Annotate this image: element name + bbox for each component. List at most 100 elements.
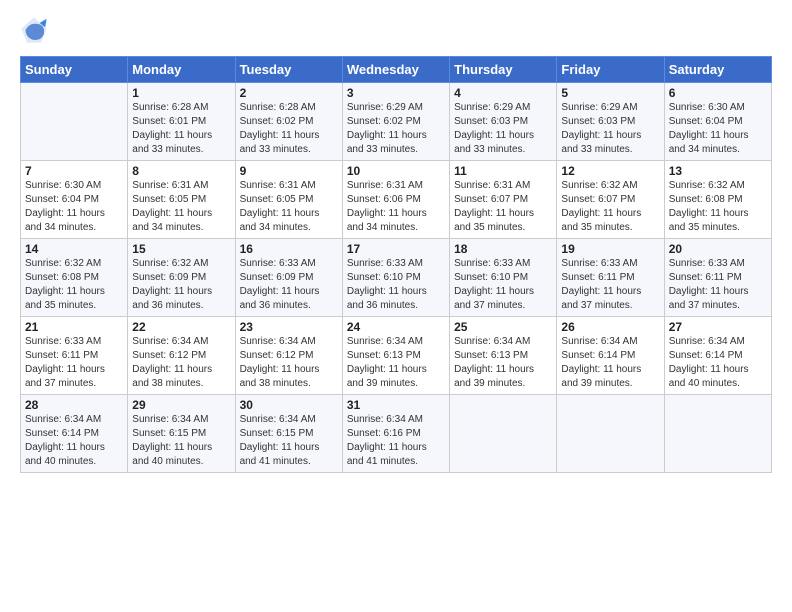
day-number: 23: [240, 320, 338, 334]
calendar-cell: 15Sunrise: 6:32 AM Sunset: 6:09 PM Dayli…: [128, 239, 235, 317]
day-number: 18: [454, 242, 552, 256]
calendar-cell: 21Sunrise: 6:33 AM Sunset: 6:11 PM Dayli…: [21, 317, 128, 395]
day-detail: Sunrise: 6:34 AM Sunset: 6:12 PM Dayligh…: [240, 335, 338, 391]
logo-icon: [20, 16, 48, 44]
calendar-cell: [450, 395, 557, 473]
col-header-tuesday: Tuesday: [235, 57, 342, 83]
day-number: 13: [669, 164, 767, 178]
calendar-cell: 17Sunrise: 6:33 AM Sunset: 6:10 PM Dayli…: [342, 239, 449, 317]
calendar-cell: 9Sunrise: 6:31 AM Sunset: 6:05 PM Daylig…: [235, 161, 342, 239]
day-detail: Sunrise: 6:33 AM Sunset: 6:11 PM Dayligh…: [25, 335, 123, 391]
calendar-cell: 4Sunrise: 6:29 AM Sunset: 6:03 PM Daylig…: [450, 83, 557, 161]
calendar-cell: 13Sunrise: 6:32 AM Sunset: 6:08 PM Dayli…: [664, 161, 771, 239]
calendar-week-row: 1Sunrise: 6:28 AM Sunset: 6:01 PM Daylig…: [21, 83, 772, 161]
day-detail: Sunrise: 6:29 AM Sunset: 6:03 PM Dayligh…: [454, 101, 552, 157]
day-number: 6: [669, 86, 767, 100]
calendar-cell: [21, 83, 128, 161]
calendar-table: SundayMondayTuesdayWednesdayThursdayFrid…: [20, 56, 772, 473]
day-number: 27: [669, 320, 767, 334]
day-number: 25: [454, 320, 552, 334]
day-number: 16: [240, 242, 338, 256]
day-detail: Sunrise: 6:34 AM Sunset: 6:16 PM Dayligh…: [347, 413, 445, 469]
page-container: SundayMondayTuesdayWednesdayThursdayFrid…: [0, 0, 792, 483]
day-detail: Sunrise: 6:34 AM Sunset: 6:15 PM Dayligh…: [132, 413, 230, 469]
header: [20, 16, 772, 44]
calendar-week-row: 21Sunrise: 6:33 AM Sunset: 6:11 PM Dayli…: [21, 317, 772, 395]
day-number: 4: [454, 86, 552, 100]
col-header-sunday: Sunday: [21, 57, 128, 83]
day-number: 19: [561, 242, 659, 256]
calendar-week-row: 14Sunrise: 6:32 AM Sunset: 6:08 PM Dayli…: [21, 239, 772, 317]
day-number: 15: [132, 242, 230, 256]
day-number: 9: [240, 164, 338, 178]
calendar-cell: 29Sunrise: 6:34 AM Sunset: 6:15 PM Dayli…: [128, 395, 235, 473]
calendar-cell: 6Sunrise: 6:30 AM Sunset: 6:04 PM Daylig…: [664, 83, 771, 161]
calendar-cell: 12Sunrise: 6:32 AM Sunset: 6:07 PM Dayli…: [557, 161, 664, 239]
calendar-week-row: 7Sunrise: 6:30 AM Sunset: 6:04 PM Daylig…: [21, 161, 772, 239]
calendar-cell: 5Sunrise: 6:29 AM Sunset: 6:03 PM Daylig…: [557, 83, 664, 161]
calendar-cell: 19Sunrise: 6:33 AM Sunset: 6:11 PM Dayli…: [557, 239, 664, 317]
day-detail: Sunrise: 6:34 AM Sunset: 6:14 PM Dayligh…: [25, 413, 123, 469]
day-detail: Sunrise: 6:28 AM Sunset: 6:02 PM Dayligh…: [240, 101, 338, 157]
calendar-cell: 22Sunrise: 6:34 AM Sunset: 6:12 PM Dayli…: [128, 317, 235, 395]
calendar-cell: 23Sunrise: 6:34 AM Sunset: 6:12 PM Dayli…: [235, 317, 342, 395]
day-number: 5: [561, 86, 659, 100]
day-number: 2: [240, 86, 338, 100]
day-number: 28: [25, 398, 123, 412]
calendar-cell: 10Sunrise: 6:31 AM Sunset: 6:06 PM Dayli…: [342, 161, 449, 239]
day-detail: Sunrise: 6:34 AM Sunset: 6:15 PM Dayligh…: [240, 413, 338, 469]
day-detail: Sunrise: 6:31 AM Sunset: 6:06 PM Dayligh…: [347, 179, 445, 235]
calendar-cell: 27Sunrise: 6:34 AM Sunset: 6:14 PM Dayli…: [664, 317, 771, 395]
day-detail: Sunrise: 6:30 AM Sunset: 6:04 PM Dayligh…: [25, 179, 123, 235]
day-number: 21: [25, 320, 123, 334]
day-detail: Sunrise: 6:34 AM Sunset: 6:12 PM Dayligh…: [132, 335, 230, 391]
calendar-cell: 7Sunrise: 6:30 AM Sunset: 6:04 PM Daylig…: [21, 161, 128, 239]
calendar-cell: 20Sunrise: 6:33 AM Sunset: 6:11 PM Dayli…: [664, 239, 771, 317]
day-detail: Sunrise: 6:34 AM Sunset: 6:14 PM Dayligh…: [669, 335, 767, 391]
day-detail: Sunrise: 6:34 AM Sunset: 6:13 PM Dayligh…: [347, 335, 445, 391]
day-number: 1: [132, 86, 230, 100]
day-detail: Sunrise: 6:31 AM Sunset: 6:05 PM Dayligh…: [132, 179, 230, 235]
day-number: 10: [347, 164, 445, 178]
calendar-cell: 18Sunrise: 6:33 AM Sunset: 6:10 PM Dayli…: [450, 239, 557, 317]
day-number: 14: [25, 242, 123, 256]
day-number: 22: [132, 320, 230, 334]
day-detail: Sunrise: 6:29 AM Sunset: 6:03 PM Dayligh…: [561, 101, 659, 157]
calendar-cell: 11Sunrise: 6:31 AM Sunset: 6:07 PM Dayli…: [450, 161, 557, 239]
calendar-cell: 2Sunrise: 6:28 AM Sunset: 6:02 PM Daylig…: [235, 83, 342, 161]
calendar-cell: 31Sunrise: 6:34 AM Sunset: 6:16 PM Dayli…: [342, 395, 449, 473]
day-number: 11: [454, 164, 552, 178]
day-number: 12: [561, 164, 659, 178]
calendar-cell: [664, 395, 771, 473]
day-detail: Sunrise: 6:31 AM Sunset: 6:05 PM Dayligh…: [240, 179, 338, 235]
day-number: 30: [240, 398, 338, 412]
day-detail: Sunrise: 6:29 AM Sunset: 6:02 PM Dayligh…: [347, 101, 445, 157]
col-header-thursday: Thursday: [450, 57, 557, 83]
col-header-saturday: Saturday: [664, 57, 771, 83]
day-number: 29: [132, 398, 230, 412]
calendar-cell: 8Sunrise: 6:31 AM Sunset: 6:05 PM Daylig…: [128, 161, 235, 239]
calendar-header-row: SundayMondayTuesdayWednesdayThursdayFrid…: [21, 57, 772, 83]
day-detail: Sunrise: 6:30 AM Sunset: 6:04 PM Dayligh…: [669, 101, 767, 157]
day-detail: Sunrise: 6:33 AM Sunset: 6:11 PM Dayligh…: [669, 257, 767, 313]
calendar-cell: 30Sunrise: 6:34 AM Sunset: 6:15 PM Dayli…: [235, 395, 342, 473]
col-header-wednesday: Wednesday: [342, 57, 449, 83]
day-detail: Sunrise: 6:32 AM Sunset: 6:08 PM Dayligh…: [25, 257, 123, 313]
day-number: 26: [561, 320, 659, 334]
logo: [20, 16, 52, 44]
day-detail: Sunrise: 6:34 AM Sunset: 6:14 PM Dayligh…: [561, 335, 659, 391]
calendar-cell: 25Sunrise: 6:34 AM Sunset: 6:13 PM Dayli…: [450, 317, 557, 395]
calendar-cell: 26Sunrise: 6:34 AM Sunset: 6:14 PM Dayli…: [557, 317, 664, 395]
day-number: 24: [347, 320, 445, 334]
day-number: 7: [25, 164, 123, 178]
day-number: 17: [347, 242, 445, 256]
calendar-cell: 24Sunrise: 6:34 AM Sunset: 6:13 PM Dayli…: [342, 317, 449, 395]
day-number: 3: [347, 86, 445, 100]
day-detail: Sunrise: 6:28 AM Sunset: 6:01 PM Dayligh…: [132, 101, 230, 157]
day-detail: Sunrise: 6:33 AM Sunset: 6:10 PM Dayligh…: [347, 257, 445, 313]
calendar-cell: [557, 395, 664, 473]
col-header-friday: Friday: [557, 57, 664, 83]
day-detail: Sunrise: 6:33 AM Sunset: 6:10 PM Dayligh…: [454, 257, 552, 313]
day-detail: Sunrise: 6:32 AM Sunset: 6:07 PM Dayligh…: [561, 179, 659, 235]
calendar-cell: 1Sunrise: 6:28 AM Sunset: 6:01 PM Daylig…: [128, 83, 235, 161]
